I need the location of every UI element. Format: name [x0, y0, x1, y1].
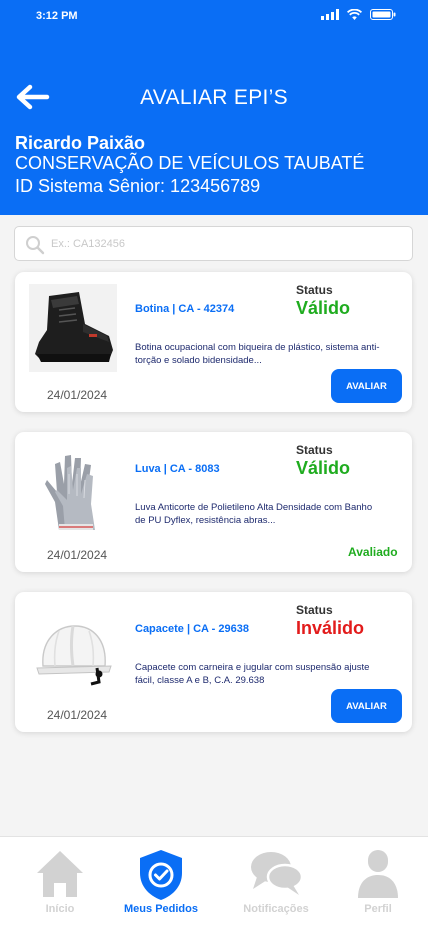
status-bar: 3:12 PM — [0, 0, 428, 32]
helmet-icon — [29, 604, 117, 692]
nav-item-inicio[interactable]: Início — [10, 837, 110, 926]
epi-card-botina[interactable]: 24/01/2024 Botina | CA - 42374 Status Vá… — [15, 272, 412, 412]
nav-item-meus-pedidos[interactable]: Meus Pedidos — [111, 837, 211, 926]
user-name: Ricardo Paixão — [15, 133, 146, 153]
nav-label: Notificações — [243, 903, 309, 915]
wifi-icon — [347, 9, 362, 20]
card-date: 24/01/2024 — [47, 548, 108, 562]
card-product-name: Capacete | CA - 29638 — [135, 623, 249, 635]
shield-check-icon — [140, 850, 182, 900]
card-date: 24/01/2024 — [47, 388, 108, 402]
header: 3:12 PM AVALIAR EPI’S Ricardo Paixão CON… — [0, 0, 428, 215]
epi-card-capacete[interactable]: 24/01/2024 Capacete | CA - 29638 Status … — [15, 592, 412, 732]
evaluated-label: Avaliado — [348, 545, 398, 559]
status-value: Inválido — [296, 618, 365, 638]
boot-icon — [29, 284, 117, 372]
user-organization: CONSERVAÇÃO DE VEÍCULOS TAUBATÉ — [15, 153, 365, 173]
card-product-name: Botina | CA - 42374 — [135, 303, 235, 315]
status-value: Válido — [296, 458, 351, 478]
epi-card-luva[interactable]: 24/01/2024 Luva | CA - 8083 Status Válid… — [15, 432, 412, 572]
user-icon — [358, 850, 398, 898]
nav-label: Meus Pedidos — [124, 903, 198, 915]
signal-icon — [321, 9, 339, 20]
chat-bubbles-icon — [251, 852, 303, 895]
user-system-id: ID Sistema Sênior: 123456789 — [15, 176, 261, 196]
status-label: Status — [296, 603, 333, 617]
card-product-name: Luva | CA - 8083 — [135, 463, 220, 475]
status-label: Status — [296, 443, 333, 457]
status-time: 3:12 PM — [36, 10, 78, 22]
battery-icon — [370, 9, 396, 20]
nav-label: Início — [45, 903, 75, 915]
card-description: Botina ocupacional com biqueira de plást… — [135, 342, 380, 366]
card-description: Capacete com carneira e jugular com susp… — [135, 662, 370, 686]
evaluate-button[interactable]: AVALIAR — [331, 689, 402, 723]
glove-icon — [29, 444, 117, 532]
status-icons — [321, 9, 396, 20]
card-date: 24/01/2024 — [47, 708, 108, 722]
status-value: Válido — [296, 298, 351, 318]
evaluate-button[interactable]: AVALIAR — [331, 369, 402, 403]
nav-label: Perfil — [364, 903, 392, 915]
card-description: Luva Anticorte de Polietileno Alta Densi… — [135, 502, 373, 526]
home-icon — [37, 851, 83, 897]
nav-item-notificacoes[interactable]: Notificações — [226, 837, 326, 926]
page-title: AVALIAR EPI’S — [140, 86, 288, 109]
search-icon — [26, 236, 45, 255]
status-label: Status — [296, 283, 333, 297]
nav-item-perfil[interactable]: Perfil — [328, 837, 428, 926]
bottom-nav: Início Meus Pedidos Notificações Perfil — [0, 836, 428, 926]
search-bar — [14, 226, 413, 261]
search-input[interactable] — [51, 234, 391, 254]
